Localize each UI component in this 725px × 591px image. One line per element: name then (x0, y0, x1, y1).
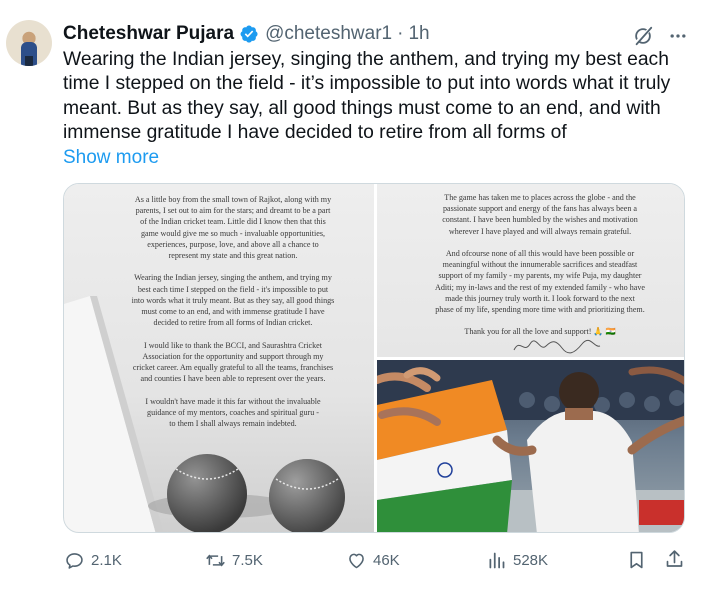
views-count: 528K (513, 551, 549, 569)
handwritten-signature (513, 339, 601, 354)
letter-text-page-1: As a little boy from the small town of R… (131, 195, 335, 429)
views-button[interactable]: 528K (486, 548, 548, 572)
show-more-link[interactable]: Show more (63, 146, 159, 170)
reply-icon (66, 552, 83, 569)
views-icon (489, 552, 505, 568)
repost-button[interactable]: 7.5K (205, 548, 263, 572)
farewell-photo-graphic (377, 360, 684, 532)
tweet-text: Wearing the Indian jersey, singing the a… (63, 49, 671, 144)
author-handle[interactable]: @cheteshwar1 (265, 23, 392, 45)
like-icon (349, 553, 364, 568)
verified-badge-icon (240, 25, 258, 43)
like-button[interactable]: 46K (346, 548, 400, 572)
reply-button[interactable]: 2.1K (64, 548, 122, 572)
media-image-farewell-photo[interactable] (377, 360, 684, 532)
letter-text-page-2: The game has taken me to places across t… (435, 193, 645, 337)
timestamp[interactable]: 1h (408, 23, 429, 45)
tweet-header: Cheteshwar Pujara @cheteshwar1 · 1h (63, 22, 430, 46)
media-image-letter-page-1[interactable]: As a little boy from the small town of R… (64, 184, 374, 532)
bookmark-icon[interactable] (626, 549, 647, 571)
reply-count: 2.1K (91, 551, 122, 569)
more-icon[interactable] (667, 26, 689, 46)
grok-icon[interactable] (632, 25, 654, 47)
tweet[interactable]: Cheteshwar Pujara @cheteshwar1 · 1h Wear… (0, 0, 725, 591)
like-count: 46K (373, 551, 400, 569)
repost-icon (206, 553, 225, 567)
avatar-figure-legs (25, 56, 33, 66)
share-icon[interactable] (664, 548, 685, 570)
author-name[interactable]: Cheteshwar Pujara (63, 23, 234, 45)
media-grid: As a little boy from the small town of R… (63, 183, 685, 533)
repost-count: 7.5K (232, 551, 263, 569)
header-separator: · (397, 23, 404, 44)
avatar[interactable] (6, 20, 52, 66)
media-image-letter-page-2[interactable]: The game has taken me to places across t… (377, 184, 684, 357)
